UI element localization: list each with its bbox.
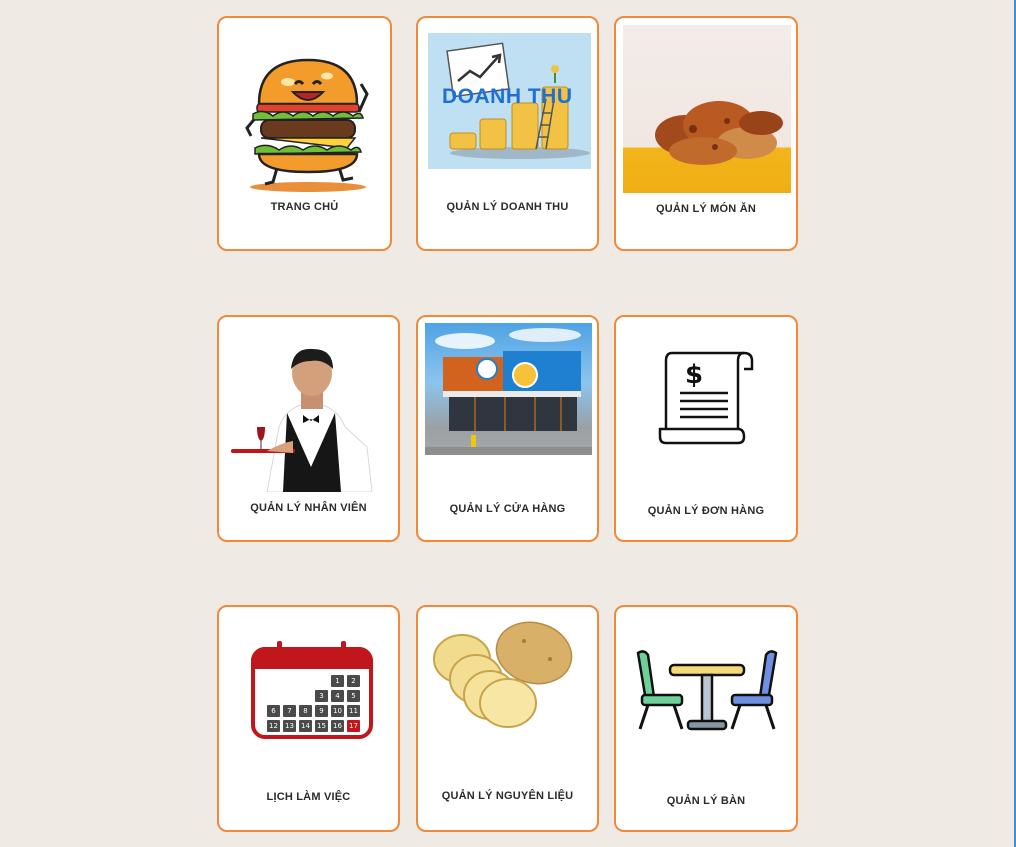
tile-label: QUẢN LÝ NHÂN VIÊN xyxy=(250,502,367,514)
calendar-day: 8 xyxy=(299,705,312,717)
calendar-day: 6 xyxy=(267,705,280,717)
tile-label: QUẢN LÝ BÀN xyxy=(666,795,746,807)
calendar-day: 11 xyxy=(347,705,360,717)
svg-text:$: $ xyxy=(685,360,703,390)
storefront-photo-icon xyxy=(425,323,592,455)
calendar-ring-left xyxy=(277,641,282,659)
calendar-grid: 1 2 3 4 5 6 7 8 9 10 11 12 13 14 15 16 1… xyxy=(267,675,363,732)
tile-label: QUẢN LÝ ĐƠN HÀNG xyxy=(647,505,765,517)
calendar-day: 13 xyxy=(283,720,296,732)
calendar-day: 9 xyxy=(315,705,328,717)
calendar-day: 7 xyxy=(283,705,296,717)
calendar-day-highlight: 17 xyxy=(347,720,360,732)
calendar-day: 3 xyxy=(315,690,328,702)
calendar-day: 1 xyxy=(331,675,344,687)
tile-quan-ly-ban[interactable]: QUẢN LÝ BÀN xyxy=(614,605,798,832)
tile-quan-ly-nguyen-lieu[interactable]: QUẢN LÝ NGUYÊN LIỆU xyxy=(416,605,599,832)
burger-mascot-icon xyxy=(245,58,369,192)
tile-label: LỊCH LÀM VIỆC xyxy=(266,791,351,803)
calendar-day: 16 xyxy=(331,720,344,732)
calendar-header xyxy=(251,647,373,669)
table-chairs-icon xyxy=(636,650,778,731)
invoice-scroll-icon: $ xyxy=(658,351,754,445)
potato-icon xyxy=(433,621,573,728)
waiter-photo-icon xyxy=(231,348,373,492)
tile-lich-lam-viec[interactable]: 1 2 3 4 5 6 7 8 9 10 11 12 13 14 15 16 1… xyxy=(217,605,400,832)
calendar-day: 14 xyxy=(299,720,312,732)
calendar-day: 5 xyxy=(347,690,360,702)
revenue-image-text: DOANH THU xyxy=(442,85,573,108)
tile-label: QUẢN LÝ CỬA HÀNG xyxy=(449,503,566,515)
fried-chicken-icon xyxy=(623,25,791,193)
calendar-day: 10 xyxy=(331,705,344,717)
calendar-day: 2 xyxy=(347,675,360,687)
calendar-ring-right xyxy=(341,641,346,659)
revenue-chart-icon: DOANH THU xyxy=(428,33,591,169)
tile-label: QUẢN LÝ MÓN ĂN xyxy=(656,203,756,215)
tile-label: QUẢN LÝ NGUYÊN LIỆU xyxy=(441,790,574,802)
tile-quan-ly-mon-an[interactable]: QUẢN LÝ MÓN ĂN xyxy=(614,16,798,251)
calendar-day: 15 xyxy=(315,720,328,732)
tile-quan-ly-don-hang[interactable]: $ QUẢN LÝ ĐƠN HÀNG xyxy=(614,315,798,542)
calendar-icon: 1 2 3 4 5 6 7 8 9 10 11 12 13 14 15 16 1… xyxy=(251,641,373,739)
tile-quan-ly-doanh-thu[interactable]: DOANH THU QUẢN LÝ DOANH THU xyxy=(416,16,599,251)
tile-label: TRANG CHỦ xyxy=(270,201,339,213)
tile-label: QUẢN LÝ DOANH THU xyxy=(446,201,569,213)
tile-trang-chu[interactable]: TRANG CHỦ xyxy=(217,16,392,251)
calendar-day: 12 xyxy=(267,720,280,732)
tile-quan-ly-nhan-vien[interactable]: QUẢN LÝ NHÂN VIÊN xyxy=(217,315,400,542)
calendar-day: 4 xyxy=(331,690,344,702)
tile-quan-ly-cua-hang[interactable]: QUẢN LÝ CỬA HÀNG xyxy=(416,315,599,542)
